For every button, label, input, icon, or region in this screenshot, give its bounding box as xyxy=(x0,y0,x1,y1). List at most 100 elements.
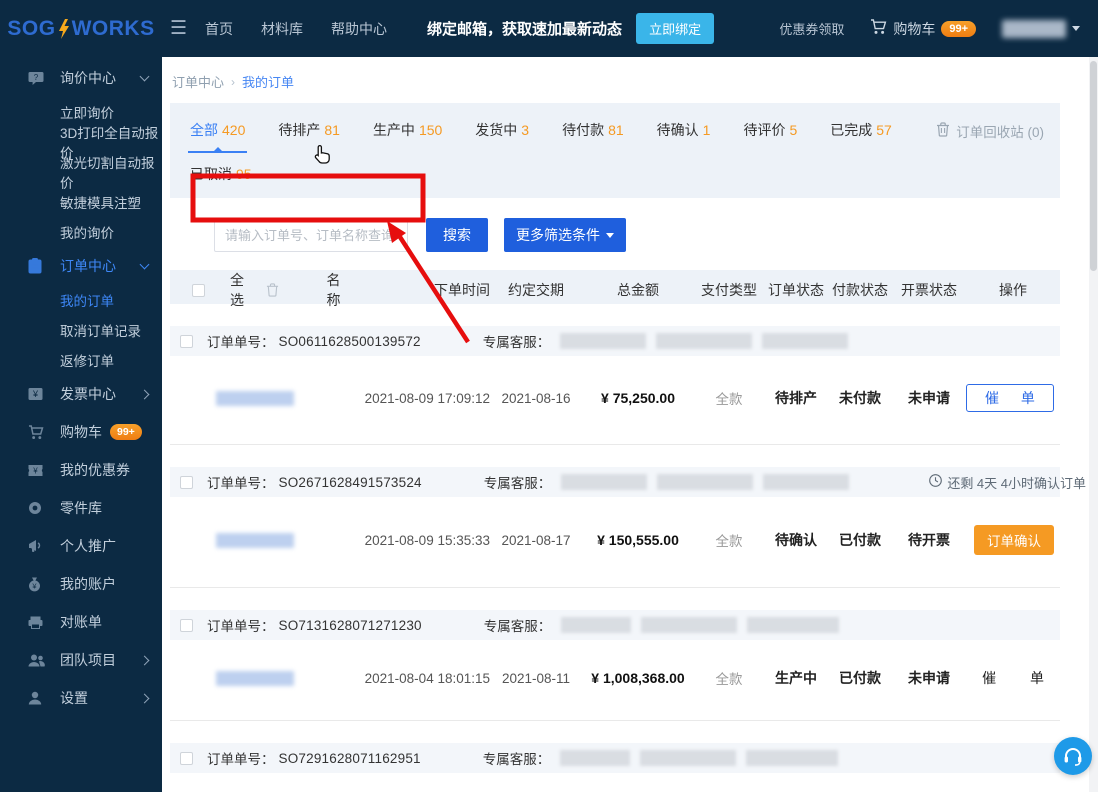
sidebar-cart-badge: 99+ xyxy=(110,424,142,440)
delete-selected-icon[interactable] xyxy=(266,282,279,300)
urge-order-link[interactable]: 催 单 xyxy=(982,668,1054,688)
order-name-blurred[interactable] xyxy=(216,670,294,686)
col-amount: 总金额 xyxy=(617,282,659,298)
svg-text:¥: ¥ xyxy=(32,389,39,399)
tab-pending-review[interactable]: 待评价 5 xyxy=(743,120,797,140)
tab-pending-confirm[interactable]: 待确认 1 xyxy=(657,120,711,140)
order-recycle-bin[interactable]: 订单回收站 (0) xyxy=(936,121,1044,141)
sidebar-item-team-projects[interactable]: 团队项目 xyxy=(0,641,162,679)
tab-in-production[interactable]: 生产中 150 xyxy=(373,120,442,140)
sidebar-item-settings[interactable]: 设置 xyxy=(0,679,162,717)
sidebar-subitem-rapid-mold[interactable]: 敏捷模具注塑 xyxy=(0,187,162,217)
coupon-claim-link[interactable]: 优惠券领取 xyxy=(779,19,844,38)
service-phone-blurred xyxy=(746,750,839,766)
tab-all[interactable]: 全部 420 xyxy=(187,120,248,153)
order-name-blurred[interactable] xyxy=(216,390,294,406)
sidebar-subitem-my-quotes[interactable]: 我的询价 xyxy=(0,217,162,247)
sidebar-item-order-center[interactable]: 订单中心 xyxy=(0,247,162,285)
main-content: 订单中心 › 我的订单 全部 420 待排产 81 生产中 150 发货中 3 待付款 8… xyxy=(162,57,1098,792)
chevron-down-icon xyxy=(139,259,150,270)
sidebar-item-invoice-center[interactable]: ¥ 发票中心 xyxy=(0,375,162,413)
confirm-order-button[interactable]: 订单确认 xyxy=(974,525,1054,555)
search-button[interactable]: 搜索 xyxy=(426,218,488,252)
topbar-cart[interactable]: 购物车 99+ xyxy=(870,19,976,39)
logo[interactable]: SOG WORKS xyxy=(0,17,162,41)
order-details-row: 2021-08-09 17:09:12 2021-08-16 ¥ 75,250.… xyxy=(170,356,1060,445)
service-contact-blurred xyxy=(640,750,737,766)
order-number: SO7131628071271230 xyxy=(278,617,422,633)
bind-now-button[interactable]: 立即绑定 xyxy=(636,13,715,44)
col-delivery: 约定交期 xyxy=(508,282,564,298)
sidebar-item-label: 发票中心 xyxy=(60,386,116,402)
user-icon xyxy=(28,691,45,705)
chevron-right-icon xyxy=(139,655,150,665)
order-status: 待确认 xyxy=(775,532,817,548)
sidebar-item-label: 零件库 xyxy=(60,500,102,516)
order-name-blurred[interactable] xyxy=(216,532,294,548)
order-no-label: 订单单号： xyxy=(207,619,275,634)
sidebar-item-my-account[interactable]: ¥ 我的账户 xyxy=(0,565,162,603)
more-filters-button[interactable]: 更多筛选条件 xyxy=(504,218,626,252)
hamburger-menu-icon[interactable]: ☰ xyxy=(170,17,187,40)
sidebar-item-statements[interactable]: 对账单 xyxy=(0,603,162,641)
col-pay-status: 付款状态 xyxy=(832,282,888,298)
service-name-blurred xyxy=(561,617,632,633)
bind-email-notice: 绑定邮箱，获取速加最新动态 xyxy=(427,21,623,38)
user-account[interactable] xyxy=(1002,19,1080,38)
total-amount: ¥ 1,008,368.00 xyxy=(591,670,685,686)
sidebar-item-label: 我的优惠券 xyxy=(60,462,130,478)
chevron-down-icon xyxy=(139,71,150,82)
sidebar-item-my-coupons[interactable]: ¥ 我的优惠券 xyxy=(0,451,162,489)
breadcrumb-parent[interactable]: 订单中心 xyxy=(172,72,224,91)
tab-pending-schedule[interactable]: 待排产 81 xyxy=(278,120,340,140)
order-checkbox[interactable] xyxy=(180,475,193,489)
tab-cancelled[interactable]: 已取消 95 xyxy=(190,164,252,184)
tab-shipping[interactable]: 发货中 3 xyxy=(475,120,529,140)
page-scrollbar[interactable] xyxy=(1089,57,1098,792)
customer-service-button[interactable] xyxy=(1054,737,1092,775)
nav-materials[interactable]: 材料库 xyxy=(261,19,303,39)
sidebar-item-parts-library[interactable]: 零件库 xyxy=(0,489,162,527)
sidebar-item-inquiry-center[interactable]: ? 询价中心 xyxy=(0,59,162,97)
sidebar-subitem-cancelled-orders[interactable]: 取消订单记录 xyxy=(0,315,162,345)
chevron-right-icon xyxy=(139,389,150,399)
tab-pending-payment[interactable]: 待付款 81 xyxy=(562,120,624,140)
order-checkbox[interactable] xyxy=(180,334,193,348)
sidebar-subitem-laser-cut-quote[interactable]: 激光切割自动报价 xyxy=(0,156,162,191)
order-no-label: 订单单号： xyxy=(207,476,275,491)
clipboard-icon xyxy=(28,258,45,274)
scrollbar-thumb[interactable] xyxy=(1090,61,1097,271)
sidebar-subitem-my-orders[interactable]: 我的订单 xyxy=(0,285,162,315)
statement-icon xyxy=(28,616,45,629)
clock-icon xyxy=(929,474,943,490)
order-checkbox[interactable] xyxy=(180,618,193,632)
sidebar-item-cart[interactable]: 购物车 99+ xyxy=(0,413,162,451)
order-checkbox[interactable] xyxy=(180,751,193,765)
order-number: SO2671628491573524 xyxy=(278,474,422,490)
search-bar: 搜索 更多筛选条件 xyxy=(170,218,1060,252)
order-search-input[interactable] xyxy=(214,218,408,252)
sidebar-item-label: 订单中心 xyxy=(60,258,116,274)
invoice-status: 未申请 xyxy=(908,390,950,406)
nav-home[interactable]: 首页 xyxy=(205,19,233,39)
sidebar-item-label: 设置 xyxy=(60,690,88,706)
chevron-down-icon xyxy=(1072,26,1080,31)
service-contact-blurred xyxy=(657,474,754,490)
service-name-blurred xyxy=(560,333,647,349)
select-all-label: 全选 xyxy=(230,272,244,308)
nav-help[interactable]: 帮助中心 xyxy=(331,19,387,39)
pay-type: 全款 xyxy=(715,534,743,549)
col-order-status: 订单状态 xyxy=(768,282,824,298)
tab-completed[interactable]: 已完成 57 xyxy=(830,120,892,140)
service-phone-blurred xyxy=(763,474,850,490)
team-icon xyxy=(28,654,45,667)
part-icon xyxy=(28,501,45,515)
sidebar-item-label: 购物车 xyxy=(60,424,102,440)
sidebar: ? 询价中心 立即询价 3D打印全自动报价 激光切割自动报价 敏捷模具注塑 我的… xyxy=(0,57,162,792)
sidebar-item-personal-promotion[interactable]: 个人推广 xyxy=(0,527,162,565)
urge-order-button[interactable]: 催 单 xyxy=(966,384,1054,412)
sidebar-subitem-repair-orders[interactable]: 返修订单 xyxy=(0,345,162,375)
megaphone-icon xyxy=(28,539,45,553)
service-label: 专属客服： xyxy=(482,335,551,350)
delivery-date: 2021-08-11 xyxy=(501,670,571,686)
